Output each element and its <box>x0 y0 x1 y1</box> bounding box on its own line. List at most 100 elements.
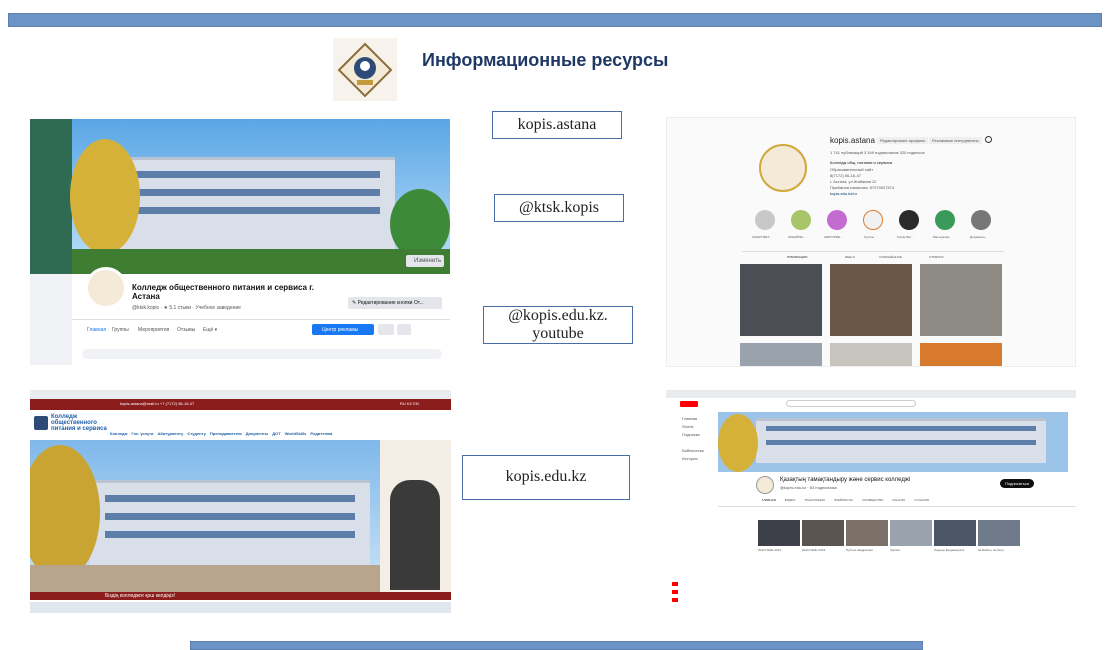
highlight-label: Мастерклас <box>933 235 950 239</box>
facebook-page-name: Колледж общественного питания и сервиса … <box>132 283 314 301</box>
highlight-label: Документы <box>970 235 986 239</box>
tab-streams[interactable]: ТРАНСЛЯЦИИ <box>804 498 825 502</box>
site-logo-text[interactable]: Колледж общественного питания и сервиса <box>51 414 107 432</box>
post-thumbnail[interactable] <box>920 343 1002 366</box>
highlight-item[interactable] <box>863 210 883 230</box>
nav-college[interactable]: Колледж <box>110 431 127 436</box>
video-thumbnail[interactable] <box>802 520 844 546</box>
nav-gov-services[interactable]: Гос. услуги <box>131 431 153 436</box>
post-thumbnail[interactable] <box>920 264 1002 336</box>
tab-groups[interactable]: Группы <box>112 327 129 333</box>
video-title[interactable]: Ак Байлы, Ақ Кесу... <box>978 548 1006 552</box>
video-title[interactable]: Пустые квадратики <box>846 548 873 552</box>
highlight-label: Группы <box>864 235 874 239</box>
tab-tagged[interactable]: ОТМЕТКИ <box>929 255 943 259</box>
highlight-item[interactable] <box>791 210 811 230</box>
site-logo[interactable] <box>34 416 48 430</box>
staff-figures <box>390 480 440 590</box>
tab-reels[interactable]: REELS <box>845 255 855 259</box>
video-thumbnail[interactable] <box>846 520 888 546</box>
website-label: kopis.edu.kz <box>462 455 630 500</box>
youtube-logo[interactable] <box>680 401 698 407</box>
highlight-item[interactable] <box>935 210 955 230</box>
nav-applicants[interactable]: Абитуриенту <box>158 431 184 436</box>
post-thumbnail[interactable] <box>830 343 912 366</box>
post-thumbnail[interactable] <box>830 264 912 336</box>
ad-center-button[interactable]: Центр рекламы <box>322 327 358 333</box>
highlight-item[interactable] <box>755 210 775 230</box>
tab-channel-home[interactable]: ГЛАВНАЯ <box>762 498 776 502</box>
tab-community[interactable]: СООБЩЕСТВО <box>862 498 884 502</box>
video-thumbnail[interactable] <box>934 520 976 546</box>
instagram-screenshot: kopis.astana Редактировать профиль Рекла… <box>666 117 1076 367</box>
sidebar-item-subscriptions[interactable]: Подписки <box>682 432 700 437</box>
video-title[interactable]: Лидеры Выдающихся <box>934 548 964 552</box>
edit-cover-button[interactable]: Изменить <box>414 258 441 264</box>
highlight-label: АРНАЙЛЫ... <box>788 235 806 239</box>
top-decorative-bar <box>8 13 1102 27</box>
tab-home[interactable]: Главная <box>87 327 106 333</box>
tab-posts[interactable]: ПУБЛИКАЦИИ <box>787 255 807 259</box>
bio-link[interactable]: kopis.edu.kz/ru <box>830 191 857 196</box>
tab-reviews[interactable]: Отзывы <box>177 327 195 333</box>
nav-worldskills[interactable]: WorldSkills <box>285 431 307 436</box>
hero-banner <box>30 440 451 600</box>
tab-channels[interactable]: КАНАЛЫ <box>893 498 906 502</box>
sidebar-item-shorts[interactable]: Shorts <box>682 424 694 429</box>
bio-line: г. Астана, ул.Жабаева 12 <box>830 179 877 184</box>
highlight-label: СМАРТ-ВЕТ... <box>752 235 772 239</box>
highlight-item[interactable] <box>971 210 991 230</box>
sidebar-item-history[interactable]: История <box>682 456 698 461</box>
sidebar-item-library[interactable]: Библиотека <box>682 448 704 453</box>
sidebar-youtube-links <box>672 582 712 610</box>
highlights-row <box>755 210 1015 234</box>
video-title[interactable]: World Skills 2021 <box>758 548 781 552</box>
highlight-label: Kunde Вет... <box>897 235 914 239</box>
ad-tools-button[interactable]: Рекламные инструменты <box>929 137 982 144</box>
college-emblem-logo <box>333 38 397 101</box>
tab-playlists[interactable]: ПЛЕЙЛИСТЫ <box>834 498 853 502</box>
instagram-username: kopis.astana <box>830 136 875 145</box>
sidebar-item-home[interactable]: Главная <box>682 416 697 421</box>
video-thumbnail[interactable] <box>978 520 1020 546</box>
post-thumbnail[interactable] <box>740 343 822 366</box>
instagram-handle-label: kopis.astana <box>492 111 622 139</box>
tab-saved[interactable]: СОХРАНЁННОЕ <box>879 255 902 259</box>
tab-events[interactable]: Мероприятия <box>138 327 169 333</box>
video-thumbnail[interactable] <box>890 520 932 546</box>
nav-parents[interactable]: Родителям <box>310 431 332 436</box>
youtube-search-input[interactable] <box>786 400 916 407</box>
highlight-item[interactable] <box>827 210 847 230</box>
facebook-screenshot: Изменить Колледж общественного питания и… <box>30 119 450 365</box>
bio-line: Приёмная комиссия: 87079027574 <box>830 185 895 190</box>
tab-videos[interactable]: ВИДЕО <box>785 498 796 502</box>
instagram-stats: 1 741 публикаций 3 349 подписчиков 320 п… <box>830 150 925 155</box>
nav-documents[interactable]: Документы <box>246 431 269 436</box>
highlight-item[interactable] <box>899 210 919 230</box>
nav-dot[interactable]: ДОТ <box>272 431 280 436</box>
subscribe-button[interactable]: Подписаться <box>1000 479 1034 488</box>
bottom-decorative-bar <box>190 641 923 650</box>
video-title[interactable]: World Skills 2019 <box>802 548 825 552</box>
more-options-icon[interactable] <box>397 324 411 335</box>
tab-about[interactable]: О КАНАЛЕ <box>914 498 929 502</box>
video-title[interactable]: Удобно <box>890 548 900 552</box>
nav-teachers[interactable]: Преподавателю <box>210 431 242 436</box>
site-contacts: kopis-astana@mail.ru +7 (7172) 56-16-47 <box>120 401 195 406</box>
channel-name: Қазақтың тамақтандыру және сервис коллед… <box>780 477 911 483</box>
nav-students[interactable]: Студенту <box>187 431 206 436</box>
language-switcher[interactable]: RU KZ EN <box>400 401 419 406</box>
website-screenshot: kopis-astana@mail.ru +7 (7172) 56-16-47 … <box>30 390 451 613</box>
tab-more[interactable]: Ещё ▾ <box>203 327 217 333</box>
post-thumbnail[interactable] <box>740 264 822 336</box>
edit-buttons-button[interactable]: ✎ Редактирование кнопки От... <box>352 300 424 306</box>
video-thumbnail[interactable] <box>758 520 800 546</box>
search-icon[interactable] <box>378 324 394 335</box>
bio-name: Колледж общ. питания и сервиса <box>830 160 892 165</box>
edit-profile-button[interactable]: Редактировать профиль <box>877 137 929 144</box>
welcome-banner-text: Біздің колледжге қош келдіңіз! <box>105 593 176 599</box>
settings-icon[interactable] <box>985 136 992 143</box>
page-avatar <box>85 267 127 309</box>
channel-meta: @kopis.edu.kz · 83 подписчика <box>780 485 837 490</box>
facebook-page-meta: @ktsk.kopis · ★ 5.1 стыки · Учебное заве… <box>132 305 241 311</box>
